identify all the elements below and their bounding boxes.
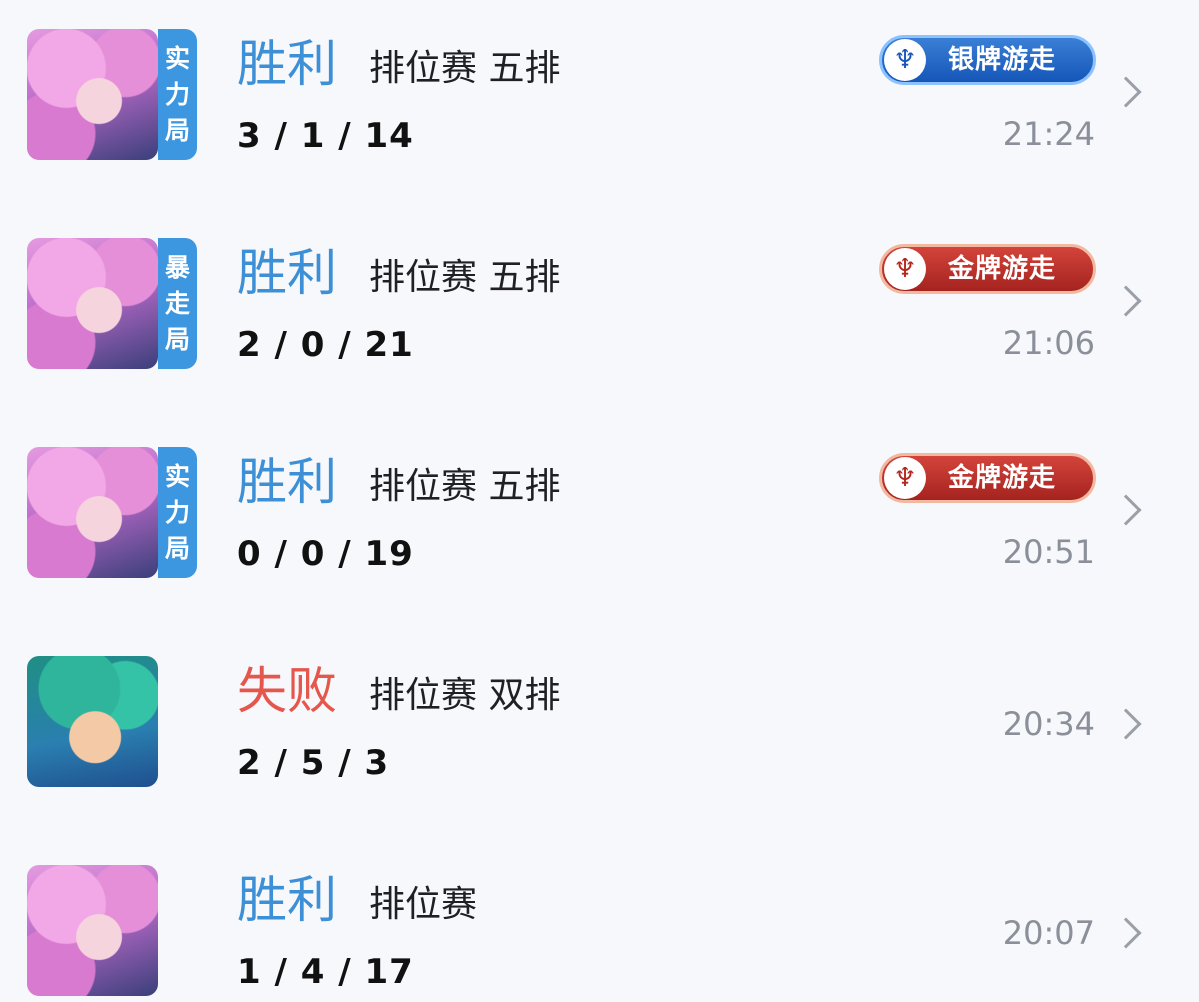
- match-time: 20:07: [1002, 914, 1095, 952]
- chevron-right-icon[interactable]: [1110, 285, 1142, 317]
- match-row[interactable]: 胜利 排位赛 1 / 4 / 17 20:07: [0, 836, 1199, 1002]
- match-result: 胜利: [237, 871, 337, 929]
- mode-tag-char: 力: [164, 497, 190, 527]
- mode-tag-char: 力: [164, 79, 190, 109]
- match-mode: 排位赛: [369, 884, 478, 925]
- mode-tag-char: 暴: [164, 252, 190, 282]
- chevron-right-icon[interactable]: [1110, 494, 1142, 526]
- wings-emblem-icon: ♆: [884, 39, 926, 81]
- badge-label: 银牌游走: [948, 45, 1057, 75]
- match-mode: 排位赛 五排: [369, 48, 561, 89]
- chevron-right-icon[interactable]: [1110, 917, 1142, 949]
- badge-label: 金牌游走: [948, 463, 1057, 493]
- match-time: 21:06: [1002, 324, 1095, 362]
- kda-score: 2 / 0 / 21: [237, 325, 414, 365]
- chevron-right-icon[interactable]: [1110, 708, 1142, 740]
- kda-score: 2 / 5 / 3: [237, 743, 390, 783]
- badge-label: 金牌游走: [948, 254, 1057, 284]
- mode-tag-char: 实: [164, 43, 190, 73]
- match-row[interactable]: 实 力 局 胜利 排位赛 五排 0 / 0 / 19 ♆ 金牌游走 20:51: [0, 418, 1199, 627]
- match-mode: 排位赛 双排: [369, 675, 561, 716]
- match-mode: 排位赛 五排: [369, 466, 561, 507]
- mode-tag-char: 实: [164, 461, 190, 491]
- match-time: 21:24: [1002, 115, 1095, 153]
- match-row[interactable]: 暴 走 局 胜利 排位赛 五排 2 / 0 / 21 ♆ 金牌游走 21:06: [0, 209, 1199, 418]
- match-history-list: 实 力 局 胜利 排位赛 五排 3 / 1 / 14 ♆ 银牌游走 21:24 …: [0, 0, 1199, 1002]
- match-mode: 排位赛 五排: [369, 257, 561, 298]
- match-time: 20:34: [1002, 705, 1095, 743]
- mode-tag-char: 局: [164, 533, 190, 563]
- match-row[interactable]: 失败 排位赛 双排 2 / 5 / 3 20:34: [0, 627, 1199, 836]
- mode-tag: 实 力 局: [158, 447, 197, 578]
- kda-score: 0 / 0 / 19: [237, 534, 414, 574]
- mode-tag-char: 走: [164, 288, 190, 318]
- hero-avatar: [27, 447, 158, 578]
- match-result: 胜利: [237, 35, 337, 93]
- hero-avatar: [27, 238, 158, 369]
- wings-emblem-icon: ♆: [884, 248, 926, 290]
- performance-badge: ♆ 金牌游走: [879, 244, 1096, 294]
- match-result: 胜利: [237, 244, 337, 302]
- mode-tag: 实 力 局: [158, 29, 197, 160]
- hero-avatar: [27, 29, 158, 160]
- kda-score: 1 / 4 / 17: [237, 952, 414, 992]
- mode-tag-char: 局: [164, 115, 190, 145]
- kda-score: 3 / 1 / 14: [237, 116, 414, 156]
- performance-badge: ♆ 金牌游走: [879, 453, 1096, 503]
- match-row[interactable]: 实 力 局 胜利 排位赛 五排 3 / 1 / 14 ♆ 银牌游走 21:24: [0, 0, 1199, 209]
- mode-tag: 暴 走 局: [158, 238, 197, 369]
- hero-avatar: [27, 865, 158, 996]
- wings-emblem-icon: ♆: [884, 457, 926, 499]
- hero-avatar: [27, 656, 158, 787]
- performance-badge: ♆ 银牌游走: [879, 35, 1096, 85]
- mode-tag-char: 局: [164, 324, 190, 354]
- match-result: 失败: [237, 662, 337, 720]
- chevron-right-icon[interactable]: [1110, 76, 1142, 108]
- match-time: 20:51: [1002, 533, 1095, 571]
- match-result: 胜利: [237, 453, 337, 511]
